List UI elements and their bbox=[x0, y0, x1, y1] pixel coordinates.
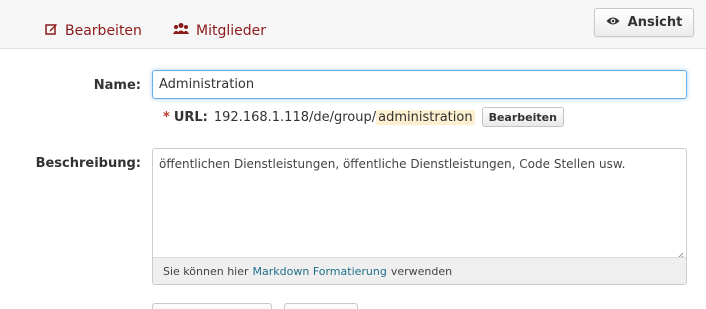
resize-handle-icon[interactable] bbox=[676, 249, 684, 260]
top-toolbar: Bearbeiten Mitglieder Ansicht bbox=[0, 0, 706, 49]
url-line: * URL: 192.168.1.118/de/group/ administr… bbox=[163, 107, 564, 127]
tab-members[interactable]: Mitglieder bbox=[173, 22, 266, 39]
name-input[interactable] bbox=[152, 70, 687, 99]
view-button-label: Ansicht bbox=[627, 15, 683, 30]
required-star: * bbox=[163, 109, 170, 125]
description-input[interactable]: öffentlichen Dienstleistungen, öffentlic… bbox=[153, 149, 686, 258]
tab-edit[interactable]: Bearbeiten bbox=[45, 22, 142, 39]
url-prefix: 192.168.1.118/de/group/ bbox=[213, 109, 377, 125]
tab-members-label: Mitglieder bbox=[196, 22, 266, 39]
bottom-button-2[interactable] bbox=[284, 303, 358, 309]
markdown-link[interactable]: Markdown Formatierung bbox=[253, 265, 387, 278]
markdown-hint: Sie können hier Markdown Formatierung ve… bbox=[153, 257, 686, 284]
name-label: Name: bbox=[93, 78, 141, 93]
tab-edit-label: Bearbeiten bbox=[65, 22, 142, 39]
description-label: Beschreibung: bbox=[35, 156, 141, 171]
description-field: öffentlichen Dienstleistungen, öffentlic… bbox=[152, 148, 687, 285]
url-slug: administration bbox=[376, 109, 475, 125]
markdown-hint-before: Sie können hier bbox=[163, 264, 249, 278]
view-button[interactable]: Ansicht bbox=[594, 8, 694, 37]
url-edit-button[interactable]: Bearbeiten bbox=[481, 107, 564, 127]
url-label: URL: bbox=[173, 109, 208, 125]
edit-icon bbox=[45, 22, 58, 39]
users-icon bbox=[173, 22, 189, 39]
eye-icon bbox=[606, 15, 620, 30]
markdown-hint-after: verwenden bbox=[390, 264, 453, 278]
bottom-button-1[interactable] bbox=[152, 303, 272, 309]
